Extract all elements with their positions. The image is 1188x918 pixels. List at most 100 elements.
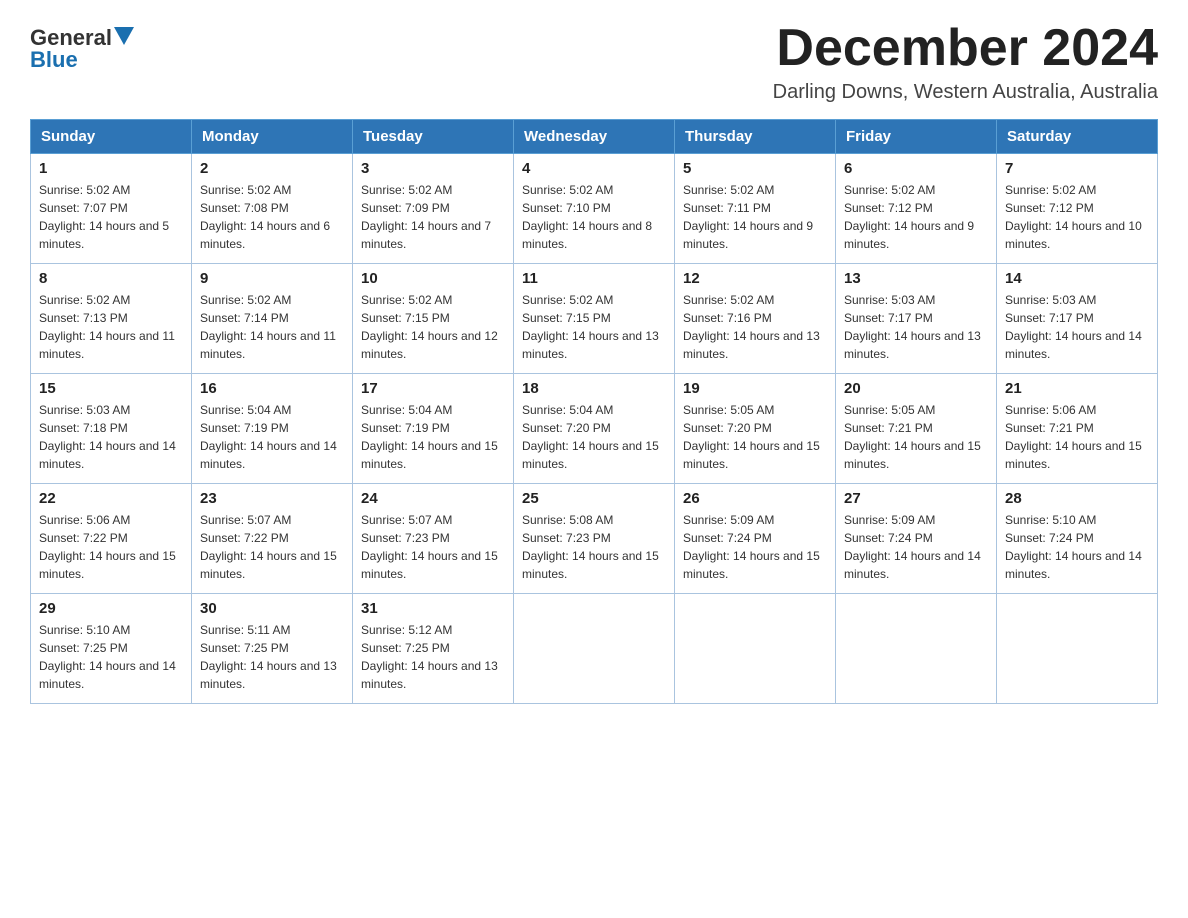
day-info: Sunrise: 5:12 AM Sunset: 7:25 PM Dayligh…	[361, 621, 505, 693]
sunrise-label: Sunrise: 5:11 AM	[200, 623, 291, 637]
calendar-cell: 15 Sunrise: 5:03 AM Sunset: 7:18 PM Dayl…	[31, 374, 192, 484]
daylight-label: Daylight: 14 hours and 15 minutes.	[683, 549, 820, 581]
daylight-label: Daylight: 14 hours and 11 minutes.	[200, 329, 336, 361]
sunrise-label: Sunrise: 5:09 AM	[844, 513, 935, 527]
day-info: Sunrise: 5:03 AM Sunset: 7:17 PM Dayligh…	[844, 291, 988, 363]
sunrise-label: Sunrise: 5:02 AM	[1005, 183, 1096, 197]
sunrise-label: Sunrise: 5:06 AM	[1005, 403, 1096, 417]
day-info: Sunrise: 5:05 AM Sunset: 7:20 PM Dayligh…	[683, 401, 827, 473]
daylight-label: Daylight: 14 hours and 13 minutes.	[361, 659, 498, 691]
sunset-label: Sunset: 7:15 PM	[522, 311, 611, 325]
calendar-cell: 31 Sunrise: 5:12 AM Sunset: 7:25 PM Dayl…	[353, 594, 514, 704]
sunset-label: Sunset: 7:24 PM	[683, 531, 772, 545]
day-info: Sunrise: 5:03 AM Sunset: 7:18 PM Dayligh…	[39, 401, 183, 473]
column-header-friday: Friday	[836, 120, 997, 154]
calendar-cell: 7 Sunrise: 5:02 AM Sunset: 7:12 PM Dayli…	[997, 154, 1158, 264]
day-info: Sunrise: 5:06 AM Sunset: 7:21 PM Dayligh…	[1005, 401, 1149, 473]
sunrise-label: Sunrise: 5:09 AM	[683, 513, 774, 527]
daylight-label: Daylight: 14 hours and 7 minutes.	[361, 219, 491, 251]
day-info: Sunrise: 5:10 AM Sunset: 7:25 PM Dayligh…	[39, 621, 183, 693]
sunset-label: Sunset: 7:23 PM	[361, 531, 450, 545]
sunset-label: Sunset: 7:22 PM	[200, 531, 289, 545]
sunset-label: Sunset: 7:22 PM	[39, 531, 128, 545]
sunset-label: Sunset: 7:19 PM	[200, 421, 289, 435]
calendar-cell	[997, 594, 1158, 704]
page-header: General Blue December 2024 Darling Downs…	[30, 20, 1158, 104]
day-number: 6	[844, 160, 988, 177]
column-header-sunday: Sunday	[31, 120, 192, 154]
sunset-label: Sunset: 7:24 PM	[844, 531, 933, 545]
day-info: Sunrise: 5:05 AM Sunset: 7:21 PM Dayligh…	[844, 401, 988, 473]
column-header-tuesday: Tuesday	[353, 120, 514, 154]
logo: General Blue	[30, 20, 136, 73]
day-info: Sunrise: 5:03 AM Sunset: 7:17 PM Dayligh…	[1005, 291, 1149, 363]
day-number: 22	[39, 490, 183, 507]
sunrise-label: Sunrise: 5:04 AM	[361, 403, 452, 417]
calendar-cell: 23 Sunrise: 5:07 AM Sunset: 7:22 PM Dayl…	[192, 484, 353, 594]
day-number: 14	[1005, 270, 1149, 287]
sunrise-label: Sunrise: 5:02 AM	[361, 183, 452, 197]
daylight-label: Daylight: 14 hours and 14 minutes.	[1005, 329, 1142, 361]
day-info: Sunrise: 5:02 AM Sunset: 7:12 PM Dayligh…	[844, 181, 988, 253]
day-info: Sunrise: 5:02 AM Sunset: 7:16 PM Dayligh…	[683, 291, 827, 363]
sunset-label: Sunset: 7:20 PM	[683, 421, 772, 435]
calendar-cell: 29 Sunrise: 5:10 AM Sunset: 7:25 PM Dayl…	[31, 594, 192, 704]
calendar-cell: 8 Sunrise: 5:02 AM Sunset: 7:13 PM Dayli…	[31, 264, 192, 374]
day-number: 11	[522, 270, 666, 287]
daylight-label: Daylight: 14 hours and 15 minutes.	[361, 549, 498, 581]
calendar-cell: 1 Sunrise: 5:02 AM Sunset: 7:07 PM Dayli…	[31, 154, 192, 264]
daylight-label: Daylight: 14 hours and 13 minutes.	[200, 659, 337, 691]
sunset-label: Sunset: 7:21 PM	[844, 421, 933, 435]
sunset-label: Sunset: 7:14 PM	[200, 311, 289, 325]
daylight-label: Daylight: 14 hours and 15 minutes.	[844, 439, 981, 471]
day-info: Sunrise: 5:09 AM Sunset: 7:24 PM Dayligh…	[683, 511, 827, 583]
day-info: Sunrise: 5:10 AM Sunset: 7:24 PM Dayligh…	[1005, 511, 1149, 583]
sunset-label: Sunset: 7:15 PM	[361, 311, 450, 325]
sunset-label: Sunset: 7:17 PM	[1005, 311, 1094, 325]
day-number: 17	[361, 380, 505, 397]
day-info: Sunrise: 5:02 AM Sunset: 7:14 PM Dayligh…	[200, 291, 344, 363]
sunset-label: Sunset: 7:10 PM	[522, 201, 611, 215]
day-number: 13	[844, 270, 988, 287]
calendar-cell: 6 Sunrise: 5:02 AM Sunset: 7:12 PM Dayli…	[836, 154, 997, 264]
sunrise-label: Sunrise: 5:10 AM	[39, 623, 130, 637]
sunrise-label: Sunrise: 5:02 AM	[522, 183, 613, 197]
sunset-label: Sunset: 7:25 PM	[39, 641, 128, 655]
day-info: Sunrise: 5:08 AM Sunset: 7:23 PM Dayligh…	[522, 511, 666, 583]
day-number: 20	[844, 380, 988, 397]
sunrise-label: Sunrise: 5:02 AM	[39, 293, 130, 307]
day-info: Sunrise: 5:07 AM Sunset: 7:22 PM Dayligh…	[200, 511, 344, 583]
day-number: 27	[844, 490, 988, 507]
calendar-cell: 18 Sunrise: 5:04 AM Sunset: 7:20 PM Dayl…	[514, 374, 675, 484]
day-number: 2	[200, 160, 344, 177]
day-number: 5	[683, 160, 827, 177]
week-row-5: 29 Sunrise: 5:10 AM Sunset: 7:25 PM Dayl…	[31, 594, 1158, 704]
day-info: Sunrise: 5:02 AM Sunset: 7:13 PM Dayligh…	[39, 291, 183, 363]
daylight-label: Daylight: 14 hours and 15 minutes.	[683, 439, 820, 471]
daylight-label: Daylight: 14 hours and 5 minutes.	[39, 219, 169, 251]
day-info: Sunrise: 5:02 AM Sunset: 7:08 PM Dayligh…	[200, 181, 344, 253]
sunset-label: Sunset: 7:23 PM	[522, 531, 611, 545]
sunrise-label: Sunrise: 5:02 AM	[39, 183, 130, 197]
sunset-label: Sunset: 7:13 PM	[39, 311, 128, 325]
sunrise-label: Sunrise: 5:08 AM	[522, 513, 613, 527]
daylight-label: Daylight: 14 hours and 15 minutes.	[39, 549, 176, 581]
day-number: 19	[683, 380, 827, 397]
day-number: 30	[200, 600, 344, 617]
daylight-label: Daylight: 14 hours and 15 minutes.	[361, 439, 498, 471]
day-info: Sunrise: 5:02 AM Sunset: 7:15 PM Dayligh…	[361, 291, 505, 363]
day-info: Sunrise: 5:02 AM Sunset: 7:11 PM Dayligh…	[683, 181, 827, 253]
sunrise-label: Sunrise: 5:05 AM	[683, 403, 774, 417]
column-header-wednesday: Wednesday	[514, 120, 675, 154]
daylight-label: Daylight: 14 hours and 15 minutes.	[200, 549, 337, 581]
calendar-cell: 20 Sunrise: 5:05 AM Sunset: 7:21 PM Dayl…	[836, 374, 997, 484]
sunset-label: Sunset: 7:20 PM	[522, 421, 611, 435]
day-info: Sunrise: 5:04 AM Sunset: 7:19 PM Dayligh…	[361, 401, 505, 473]
calendar-cell: 10 Sunrise: 5:02 AM Sunset: 7:15 PM Dayl…	[353, 264, 514, 374]
daylight-label: Daylight: 14 hours and 14 minutes.	[200, 439, 337, 471]
calendar-cell: 26 Sunrise: 5:09 AM Sunset: 7:24 PM Dayl…	[675, 484, 836, 594]
sunset-label: Sunset: 7:25 PM	[200, 641, 289, 655]
day-number: 8	[39, 270, 183, 287]
calendar-cell: 27 Sunrise: 5:09 AM Sunset: 7:24 PM Dayl…	[836, 484, 997, 594]
calendar-title: December 2024	[773, 20, 1158, 77]
